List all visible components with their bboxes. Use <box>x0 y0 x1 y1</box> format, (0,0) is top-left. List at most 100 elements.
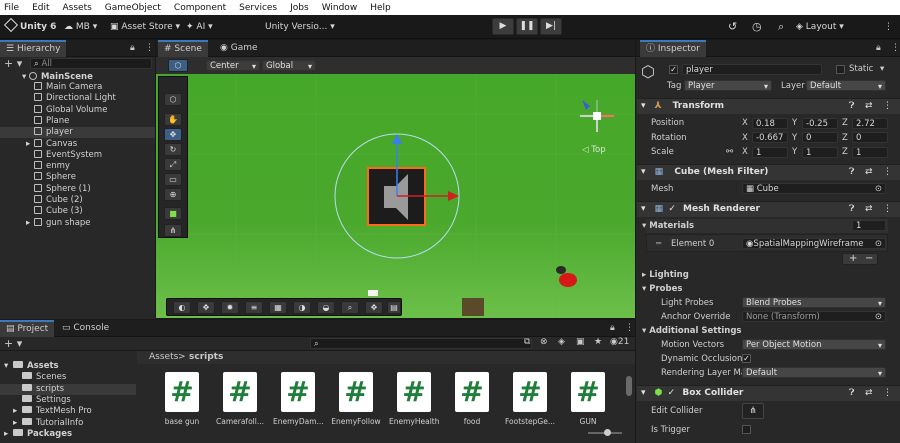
menu-item-services[interactable]: Services <box>239 3 277 13</box>
project-tree-item[interactable]: ▾ Assets <box>0 361 136 372</box>
motion-vectors-dropdown[interactable]: Per Object Motion <box>742 339 886 350</box>
axis-x-label[interactable]: X <box>742 132 748 144</box>
axis-y-label[interactable]: Y <box>792 117 797 129</box>
more-icon[interactable]: ⋮ <box>883 99 892 114</box>
lighting-icon[interactable]: ✹ <box>221 301 239 314</box>
asset-script-item[interactable]: # EnemyFollow <box>331 372 381 426</box>
is-trigger-checkbox[interactable] <box>742 425 751 434</box>
expand-arrow-icon[interactable]: ▸ <box>26 218 34 229</box>
tab-scene[interactable]: # Scene <box>158 40 208 57</box>
hierarchy-item[interactable]: Cube (3) <box>0 206 155 217</box>
anchor-override-field[interactable]: None (Transform) ⊙ <box>742 311 886 322</box>
more-icon[interactable]: ⋮ <box>883 202 892 217</box>
more-icon[interactable]: ⋮ <box>884 19 893 35</box>
asset-script-item[interactable]: # food <box>447 372 497 426</box>
unity-version-dropdown[interactable]: Unity Versio... ▾ <box>265 19 335 35</box>
axis-x-label[interactable]: X <box>742 146 748 158</box>
active-checkbox[interactable]: ✓ <box>669 65 678 74</box>
box-collider-header[interactable]: ▾ ⬢ ✓ Box Collider ❓︎ ⇄ ⋮ <box>637 385 900 401</box>
project-tree-item[interactable]: ▸ Packages <box>0 428 136 440</box>
hierarchy-item[interactable]: player <box>0 127 155 139</box>
camera-icon[interactable]: ◒ <box>317 301 335 314</box>
asset-script-item[interactable]: # base gun <box>157 372 207 426</box>
tab-inspector[interactable]: ⓘ Inspector <box>640 40 706 57</box>
additional-settings-foldout[interactable]: ▾ Additional Settings <box>642 325 742 337</box>
more-icon[interactable]: ⋮ <box>625 323 634 333</box>
rendering-layer-mask-dropdown[interactable]: Default <box>742 367 886 378</box>
expand-arrow-icon[interactable]: ▸ <box>26 139 34 150</box>
mesh-filter-header[interactable]: ▾ ▦ Cube (Mesh Filter) ❓︎ ⇄ ⋮ <box>637 164 900 180</box>
menu-item-help[interactable]: Help <box>370 3 391 13</box>
project-tree-item[interactable]: ▸ TutorialInfo <box>0 417 136 429</box>
axis-y-label[interactable]: Y <box>792 146 797 158</box>
static-checkbox[interactable] <box>836 65 845 74</box>
edit-collider-icon[interactable]: ⋔ <box>742 403 764 419</box>
enabled-check-icon[interactable]: ✓ <box>668 204 676 214</box>
rotation-y-field[interactable]: 0 <box>802 132 838 143</box>
account-dropdown[interactable]: ☁ MB ▾ <box>64 19 97 35</box>
expand-arrow-icon[interactable]: ▸ <box>13 418 22 429</box>
space-dropdown[interactable]: Global <box>262 60 316 71</box>
mesh-field[interactable]: ▦ Cube ⊙ <box>742 183 886 194</box>
zoom-slider-handle[interactable] <box>604 429 611 436</box>
transform-tool-icon[interactable]: ⊕ <box>164 188 182 201</box>
lighting-foldout[interactable]: ▸ Lighting <box>642 269 689 281</box>
asset-store-dropdown[interactable]: ▣ Asset Store ▾ <box>110 19 180 35</box>
axis-z-label[interactable]: Z <box>842 132 848 144</box>
menu-item-jobs[interactable]: Jobs <box>290 3 309 13</box>
help-icon[interactable]: ❓︎ <box>849 165 854 180</box>
project-tree-item[interactable]: scripts <box>0 383 136 395</box>
asset-script-item[interactable]: # EnemyDam... <box>273 372 323 426</box>
position-x-field[interactable]: 0.18 <box>752 117 788 129</box>
favorite-icon[interactable]: ★ <box>594 337 602 347</box>
tab-project[interactable]: ▤ Project <box>0 320 55 337</box>
filter-by-label-icon[interactable]: ⊗ <box>540 337 548 347</box>
preset-icon[interactable]: ⇄ <box>865 99 873 114</box>
hierarchy-item[interactable]: Main Camera <box>0 82 155 93</box>
step-button[interactable]: ▶| <box>540 18 562 35</box>
project-tree-item[interactable]: Settings <box>0 394 136 406</box>
object-picker-icon[interactable]: ⊙ <box>875 239 882 248</box>
project-tree-item[interactable]: ▸ TextMesh Pro <box>0 406 136 417</box>
help-icon[interactable]: ❓︎ <box>849 99 854 114</box>
project-tree-item[interactable]: Scenes <box>0 372 136 383</box>
preset-icon[interactable]: ⇄ <box>865 202 873 217</box>
hierarchy-item[interactable]: Sphere (1) <box>0 183 155 195</box>
enabled-check-icon[interactable]: ✓ <box>668 388 676 398</box>
hierarchy-item[interactable]: Plane <box>0 115 155 127</box>
lock-icon[interactable]: 🔒︎ <box>130 43 135 53</box>
filter-by-type-icon[interactable]: ⧉ <box>524 337 530 347</box>
search-icon[interactable]: ⌕ <box>341 301 359 314</box>
scale-tool-icon[interactable]: ⤢ <box>164 158 182 171</box>
pivot-dropdown[interactable]: Center <box>206 60 260 71</box>
expand-arrow-icon[interactable]: ▸ <box>13 406 22 417</box>
search-icon[interactable]: ⌕ <box>778 19 784 35</box>
visibility-icon[interactable]: ◑ <box>293 301 311 314</box>
layer-dropdown[interactable]: Default <box>806 80 886 91</box>
effects-icon[interactable]: ▦ <box>269 301 287 314</box>
hierarchy-item[interactable]: enmy <box>0 161 155 172</box>
tools-dropdown-icon[interactable]: ⬡ <box>164 93 182 106</box>
hidden-packages-count[interactable]: ◉21 <box>610 337 629 347</box>
pause-button[interactable]: ❚❚ <box>516 18 538 35</box>
hierarchy-item[interactable]: Sphere <box>0 172 155 183</box>
ai-dropdown[interactable]: ✦ AI ▾ <box>186 19 213 35</box>
expand-arrow-icon[interactable]: ▸ <box>4 429 13 440</box>
move-tool-icon[interactable]: ✥ <box>164 128 182 141</box>
gizmos-icon[interactable]: ✥ <box>365 301 383 314</box>
drag-handle-icon[interactable]: ═ <box>656 238 661 250</box>
rotation-z-field[interactable]: 0 <box>852 132 888 143</box>
axis-z-label[interactable]: Z <box>842 117 848 129</box>
breadcrumb-scripts[interactable]: scripts <box>189 352 223 362</box>
static-dropdown-icon[interactable]: ▾ <box>880 63 884 75</box>
scale-x-field[interactable]: 1 <box>752 146 788 158</box>
asset-script-item[interactable]: # Camerafoll... <box>215 372 265 426</box>
hand-tool-icon[interactable]: ✋ <box>164 113 182 126</box>
snap-icon[interactable]: ▤ <box>387 301 401 314</box>
help-icon[interactable]: ❓︎ <box>849 202 854 217</box>
object-picker-icon[interactable]: ⊙ <box>875 184 882 193</box>
position-z-field[interactable]: 2.72 <box>852 117 888 129</box>
lock-icon[interactable]: 🔒︎ <box>876 43 881 53</box>
transform-header[interactable]: ▾ ⅄ Transform ❓︎ ⇄ ⋮ <box>637 98 900 114</box>
tab-game[interactable]: ◉ Game <box>214 40 264 57</box>
